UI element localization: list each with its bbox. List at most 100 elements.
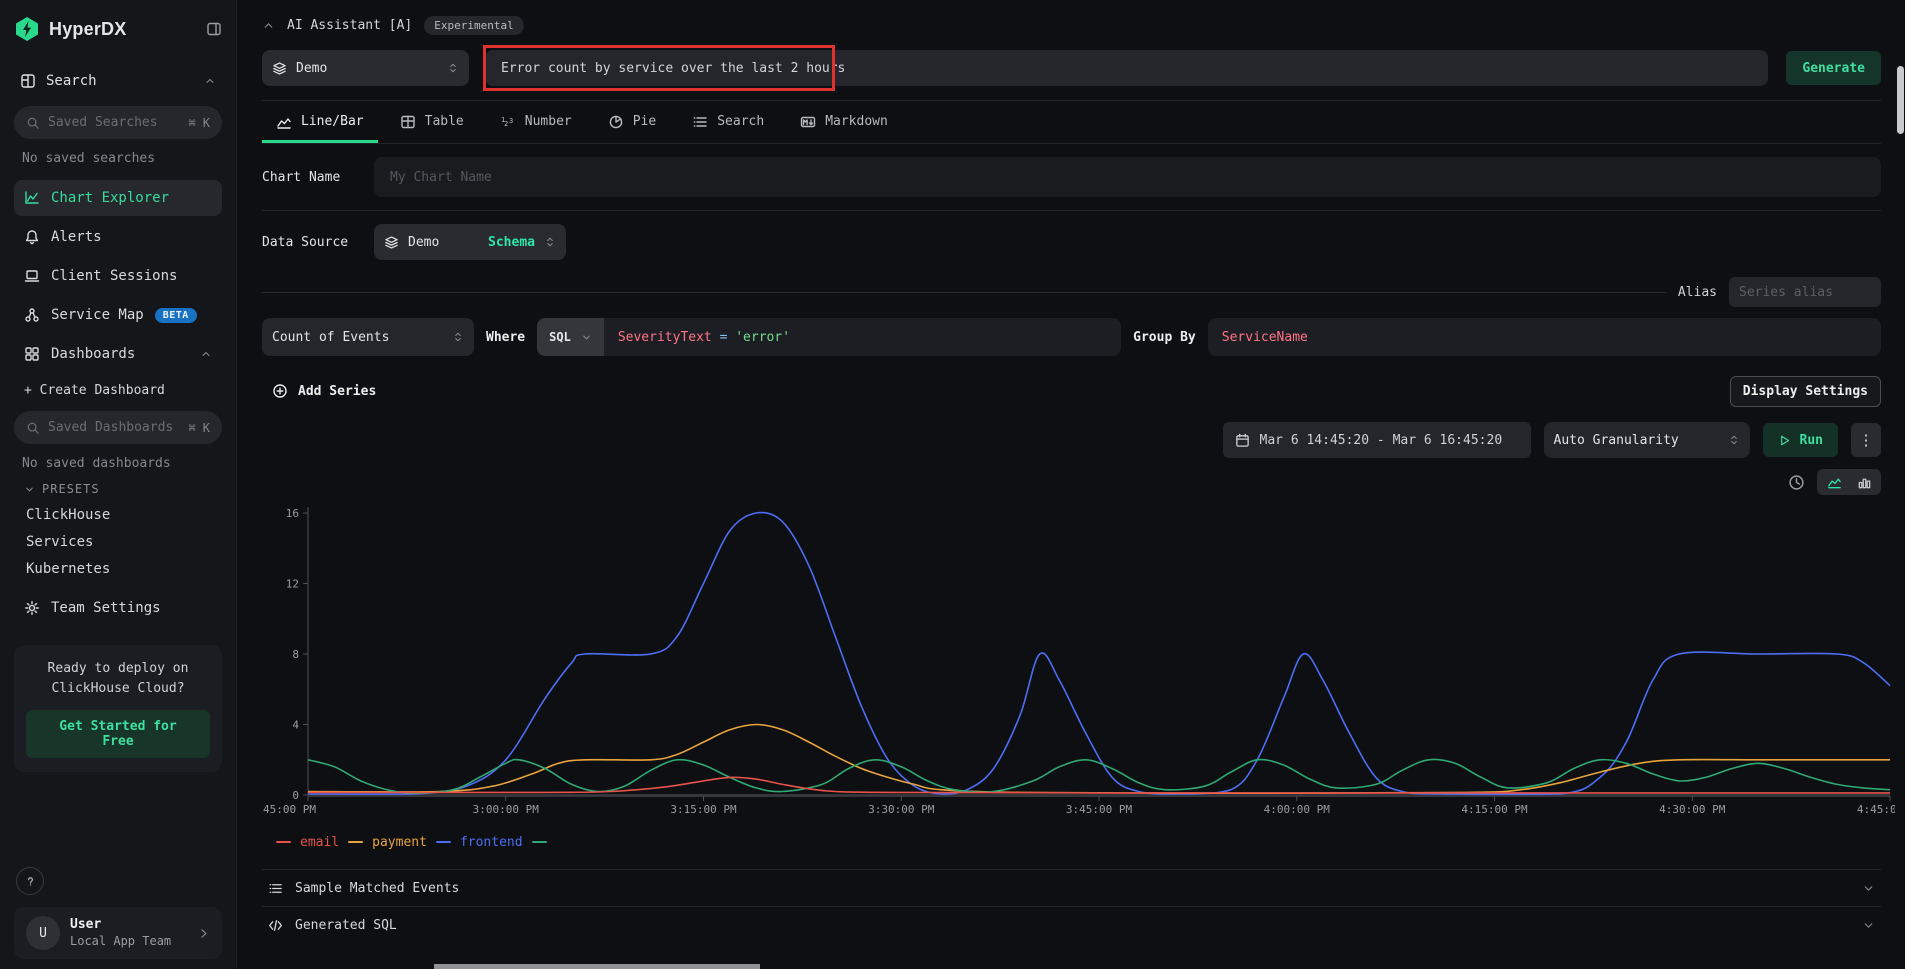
chevron-up-icon (204, 75, 216, 87)
sidebar-group-search[interactable]: Search (14, 66, 222, 96)
tab-line-bar[interactable]: Line/Bar (262, 103, 378, 143)
aggregation-select[interactable]: Count of Events (262, 318, 474, 356)
legend-dash[interactable] (348, 841, 363, 843)
generate-button[interactable]: Generate (1786, 51, 1881, 85)
saved-searches-input[interactable]: ⌘ K (14, 106, 222, 139)
legend-dash[interactable] (532, 841, 547, 843)
saved-searches-shortcut: ⌘ K (188, 116, 210, 130)
date-range-picker[interactable]: Mar 6 14:45:20 - Mar 6 16:45:20 (1223, 422, 1531, 458)
collapse-sidebar-icon[interactable] (206, 21, 222, 37)
svg-text:4:30:00 PM: 4:30:00 PM (1659, 803, 1726, 816)
tab-markdown[interactable]: Markdown (786, 103, 902, 143)
run-button[interactable]: Run (1763, 423, 1838, 457)
svg-text:Mar 6 2:45:00 PM: Mar 6 2:45:00 PM (262, 803, 316, 816)
group-by-input[interactable]: ServiceName (1208, 318, 1881, 356)
collapse-assistant-icon[interactable] (262, 19, 275, 32)
cloud-card-text: Ready to deploy on ClickHouse Cloud? (26, 659, 210, 698)
legend-dash[interactable] (276, 841, 291, 843)
svg-text:3: 3 (509, 117, 513, 125)
series-line-frontend (308, 512, 1890, 794)
series-line-unnamed (308, 759, 1890, 793)
tab-label: Table (425, 114, 464, 129)
search-icon (26, 116, 40, 130)
sidebar-item-label: Alerts (51, 229, 102, 245)
brand[interactable]: HyperDX (14, 12, 222, 46)
assistant-source-select[interactable]: Demo (262, 50, 469, 86)
chevron-updown-icon (544, 235, 556, 249)
where-filter-input[interactable]: SQL SeverityText = 'error' (537, 318, 1121, 356)
sidebar-item-dashboards[interactable]: Dashboards (14, 336, 222, 372)
chevron-updown-icon (452, 330, 464, 344)
assistant-prompt-input[interactable] (485, 50, 1768, 86)
chart-name-input[interactable] (374, 157, 1881, 197)
sidebar-item-client-sessions[interactable]: Client Sessions (14, 258, 222, 294)
sql-language-select[interactable]: SQL (537, 318, 604, 356)
tab-label: Line/Bar (301, 114, 364, 129)
chart-svg: 0481216Mar 6 2:45:00 PM3:00:00 PM3:15:00… (262, 499, 1895, 821)
hyperdx-logo-icon (14, 16, 40, 42)
assistant-source-value: Demo (296, 61, 327, 76)
saved-dashboards-input[interactable]: ⌘ K (14, 411, 222, 444)
legend-label[interactable]: email (300, 835, 339, 850)
dashboards-icon (24, 346, 40, 362)
chart-type-tabs: Line/Bar Table 123 Number Pie Search Mar… (262, 103, 1881, 144)
preset-kubernetes[interactable]: Kubernetes (14, 555, 222, 582)
tab-search[interactable]: Search (678, 103, 778, 143)
bar-view-button[interactable] (1851, 471, 1877, 493)
tab-number[interactable]: 123 Number (486, 103, 586, 143)
question-icon (23, 874, 38, 889)
tab-label: Pie (633, 114, 656, 129)
schema-link[interactable]: Schema (488, 235, 535, 250)
sidebar-item-alerts[interactable]: Alerts (14, 219, 222, 255)
markdown-icon (800, 114, 816, 130)
line-view-button[interactable] (1821, 471, 1847, 493)
sidebar-item-service-map[interactable]: Service Map BETA (14, 297, 222, 333)
chevron-updown-icon (1728, 433, 1740, 447)
help-button[interactable] (16, 867, 44, 895)
legend-label[interactable]: frontend (460, 835, 523, 850)
generated-sql-label: Generated SQL (295, 918, 397, 933)
chevron-updown-icon (447, 61, 459, 75)
generated-sql-section[interactable]: Generated SQL (262, 907, 1881, 943)
granularity-select[interactable]: Auto Granularity (1544, 422, 1750, 458)
time-toggle-button[interactable] (1788, 474, 1805, 491)
data-source-select[interactable]: Demo Schema (374, 224, 566, 260)
create-dashboard-button[interactable]: + Create Dashboard (14, 375, 222, 405)
search-icon (26, 421, 40, 435)
presets-label: PRESETS (42, 482, 100, 496)
sidebar-item-chart-explorer[interactable]: Chart Explorer (14, 180, 222, 216)
list-icon (268, 881, 283, 896)
alias-input[interactable] (1729, 277, 1881, 307)
legend-label[interactable]: payment (372, 835, 427, 850)
tab-table[interactable]: Table (386, 103, 478, 143)
sidebar-item-team-settings[interactable]: Team Settings (14, 590, 222, 626)
legend-dash[interactable] (436, 841, 451, 843)
chevron-down-icon (1862, 919, 1875, 932)
pie-icon (608, 114, 624, 130)
presets-toggle[interactable]: PRESETS (14, 477, 222, 501)
vertical-scrollbar-thumb[interactable] (1897, 66, 1904, 134)
clock-icon (1788, 474, 1805, 491)
chart-display-toggle (1817, 469, 1881, 495)
tab-pie[interactable]: Pie (594, 103, 670, 143)
chart-area[interactable]: 0481216Mar 6 2:45:00 PM3:00:00 PM3:15:00… (262, 499, 1881, 853)
code-icon (268, 918, 283, 933)
add-series-button[interactable]: Add Series (262, 383, 376, 399)
display-settings-button[interactable]: Display Settings (1730, 376, 1881, 407)
saved-dashboards-field[interactable] (48, 420, 180, 435)
number-icon: 123 (500, 114, 516, 130)
aggregation-value: Count of Events (272, 330, 389, 345)
sample-matched-events-section[interactable]: Sample Matched Events (262, 870, 1881, 906)
user-card[interactable]: U User Local App Team (14, 907, 222, 959)
more-options-button[interactable]: ⋮ (1851, 423, 1881, 457)
saved-searches-field[interactable] (48, 115, 180, 130)
group-by-value: ServiceName (1222, 330, 1308, 345)
get-started-button[interactable]: Get Started for Free (26, 710, 210, 758)
laptop-icon (24, 268, 40, 284)
svg-text:8: 8 (292, 648, 299, 661)
svg-text:3:30:00 PM: 3:30:00 PM (868, 803, 935, 816)
horizontal-scrollbar-thumb[interactable] (434, 964, 760, 969)
preset-services[interactable]: Services (14, 528, 222, 555)
preset-clickhouse[interactable]: ClickHouse (14, 501, 222, 528)
user-team: Local App Team (70, 934, 187, 950)
